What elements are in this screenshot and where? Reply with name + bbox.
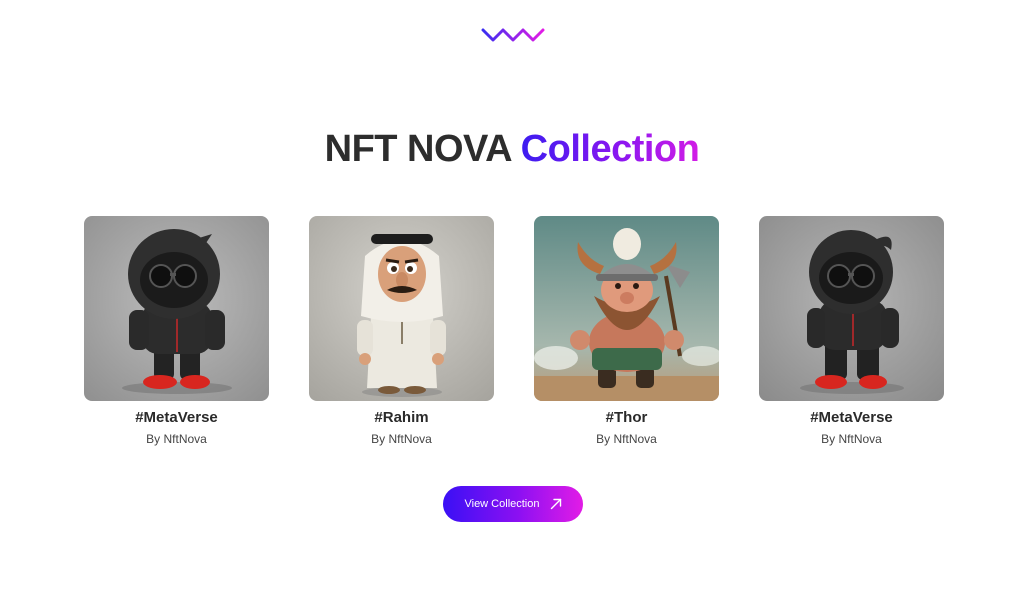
- card-title: #MetaVerse: [135, 409, 218, 426]
- nft-image-metaverse[interactable]: [84, 216, 269, 401]
- card-title: #MetaVerse: [810, 409, 893, 426]
- nft-card[interactable]: #MetaVerse By NftNova: [759, 216, 944, 447]
- view-collection-button[interactable]: View Collection: [443, 486, 583, 522]
- page-title-plain: NFT NOVA: [324, 128, 511, 170]
- nft-image-metaverse[interactable]: [759, 216, 944, 401]
- nft-card[interactable]: #MetaVerse By NftNova: [84, 216, 269, 447]
- view-collection-label: View Collection: [464, 498, 540, 510]
- nft-card[interactable]: #Thor By NftNova: [534, 216, 719, 447]
- card-title: #Thor: [605, 409, 648, 426]
- arrow-up-right-icon: [550, 498, 561, 510]
- card-author: By NftNova: [371, 432, 432, 446]
- nft-card-grid: #MetaVerse By NftNova #Rahim By NftNova …: [84, 216, 944, 456]
- nft-image-thor[interactable]: [534, 216, 719, 401]
- page-title: NFT NOVA Collection: [0, 126, 1024, 172]
- card-author: By NftNova: [146, 432, 207, 446]
- card-author: By NftNova: [596, 432, 657, 446]
- zigzag-logo-icon[interactable]: [481, 26, 545, 44]
- card-title: #Rahim: [374, 409, 429, 426]
- nft-card[interactable]: #Rahim By NftNova: [309, 216, 494, 447]
- nft-image-rahim[interactable]: [309, 216, 494, 401]
- page-title-accent: Collection: [520, 128, 700, 170]
- card-author: By NftNova: [821, 432, 882, 446]
